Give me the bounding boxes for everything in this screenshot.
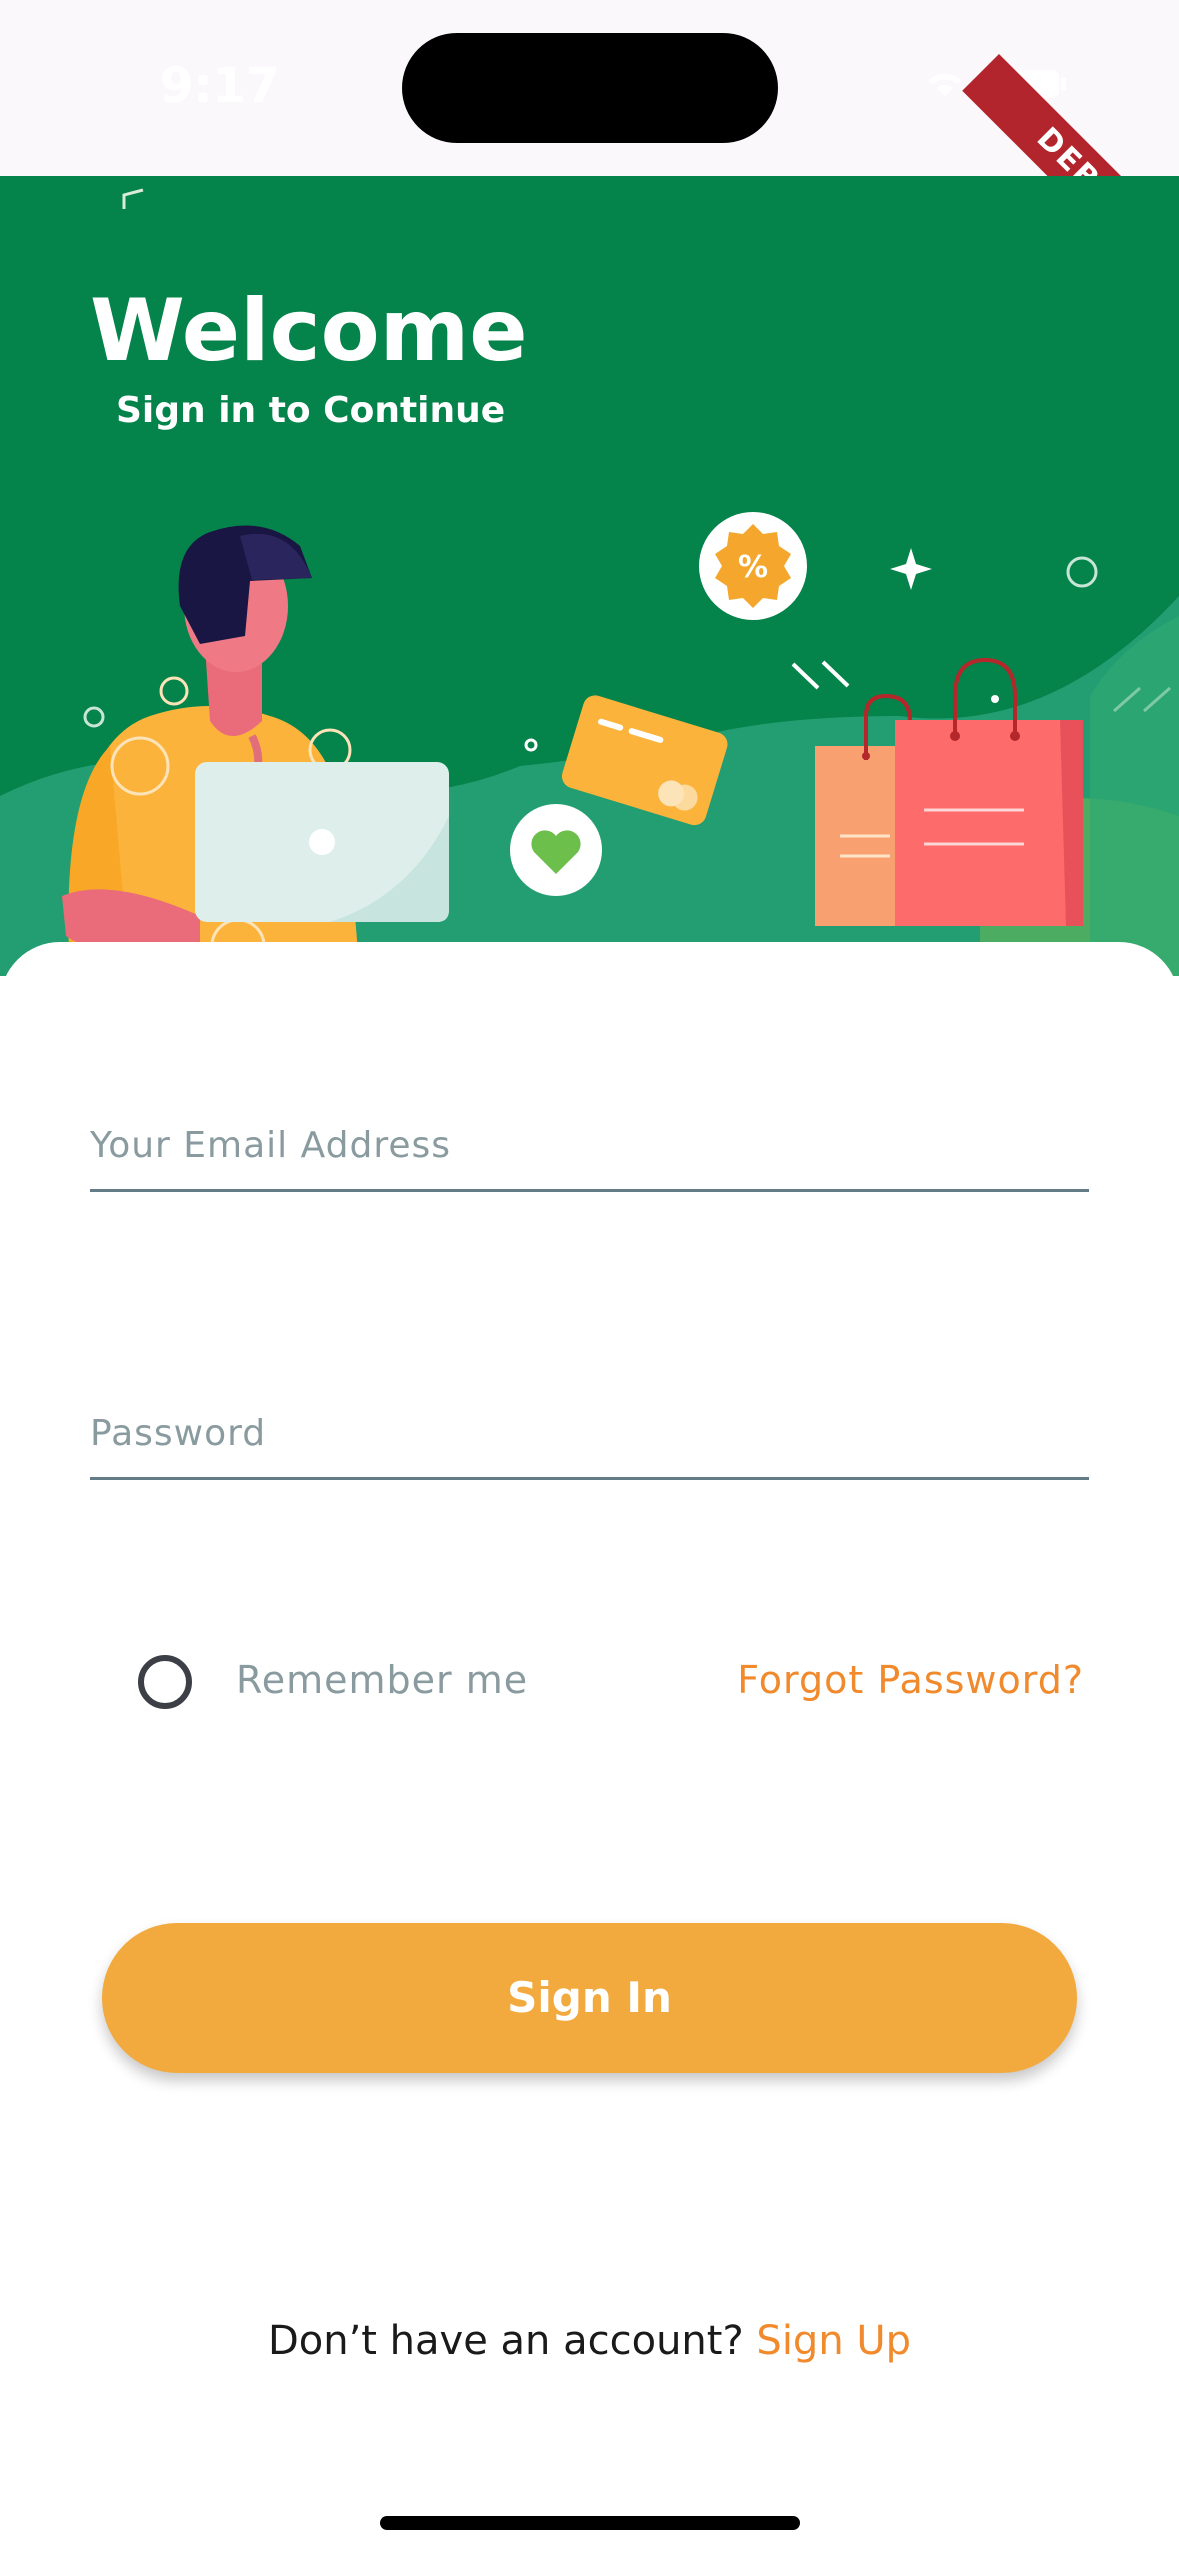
remember-me-label[interactable]: Remember me	[236, 1658, 528, 1702]
page-subtitle: Sign in to Continue	[116, 390, 506, 431]
laptop-icon	[195, 762, 449, 922]
sign-in-button[interactable]: Sign In	[102, 1923, 1077, 2073]
password-field[interactable]	[90, 1390, 1089, 1480]
home-indicator[interactable]	[380, 2516, 800, 2530]
page-title: Welcome	[90, 281, 528, 381]
forgot-password-link[interactable]: Forgot Password?	[737, 1658, 1084, 1702]
hero-banner: % Welcome Sign in to Continue	[0, 176, 1179, 976]
password-input[interactable]	[90, 1390, 1089, 1477]
heart-icon	[510, 804, 602, 896]
status-time: 9:17	[160, 58, 280, 114]
signup-row: Don’t have an account? Sign Up	[0, 2318, 1179, 2364]
email-field[interactable]	[90, 1102, 1089, 1192]
sign-up-link[interactable]: Sign Up	[756, 2318, 911, 2364]
svg-text:%: %	[738, 550, 768, 585]
remember-me-radio[interactable]	[138, 1655, 192, 1709]
sparkle-icon	[890, 548, 932, 590]
dynamic-island	[402, 33, 778, 143]
status-bar: 9:17 DEBUG	[0, 0, 1179, 220]
signup-prompt: Don’t have an account?	[267, 2318, 757, 2364]
email-input[interactable]	[90, 1102, 1089, 1189]
discount-badge-icon: %	[699, 512, 807, 620]
wifi-icon	[929, 73, 961, 96]
